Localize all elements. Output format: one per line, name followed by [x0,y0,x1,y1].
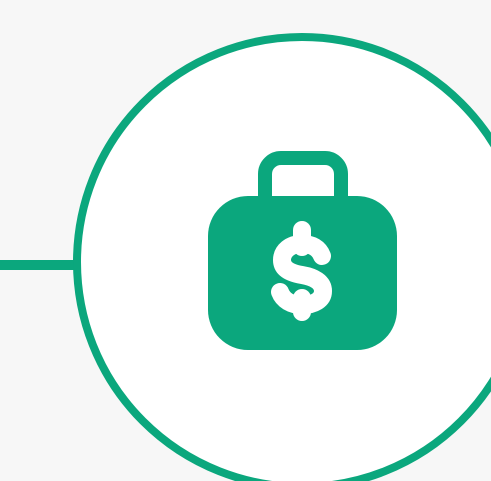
diagram-svg [0,33,491,481]
diagram-canvas [0,0,491,481]
dollar-sign-glyph [271,221,332,321]
